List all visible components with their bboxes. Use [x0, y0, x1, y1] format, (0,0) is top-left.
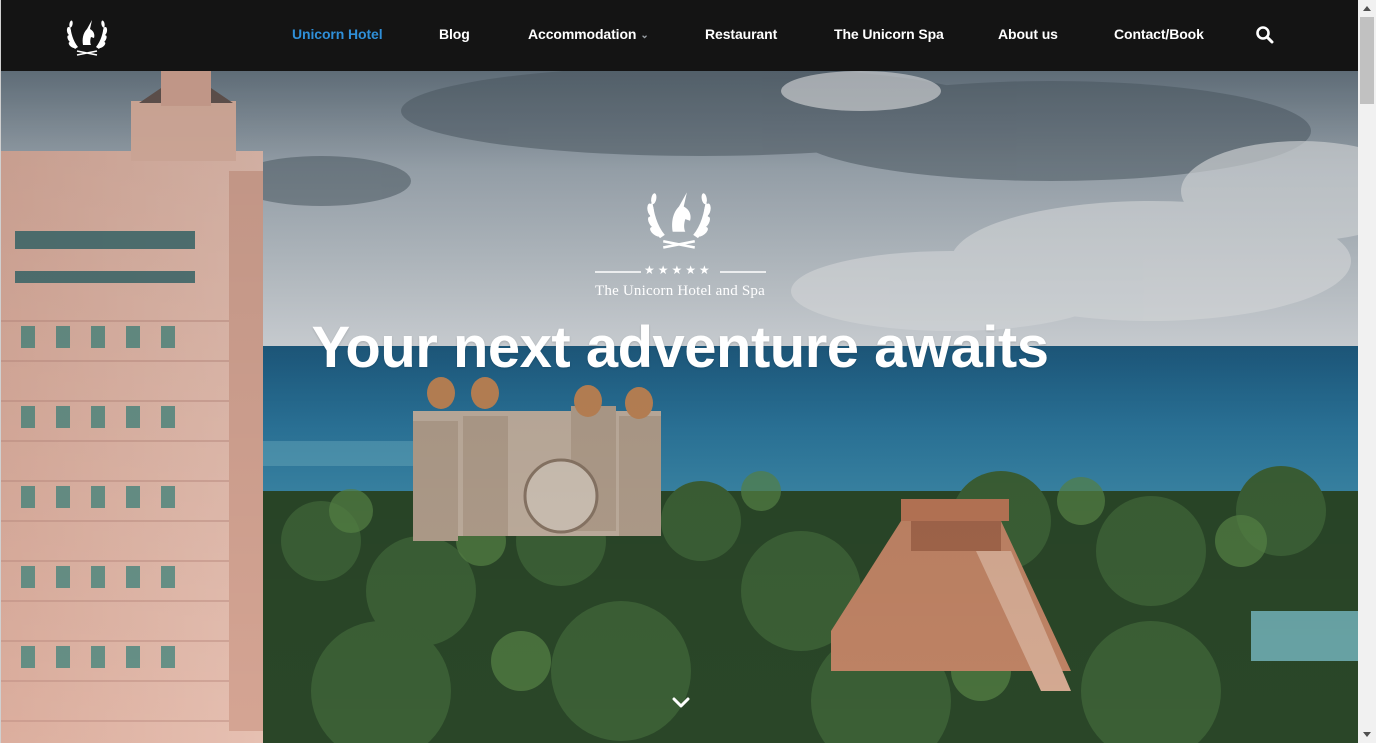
scroll-up-arrow-icon[interactable]: [1358, 0, 1376, 17]
nav-item-blog[interactable]: Blog: [439, 26, 470, 42]
hero-title: Your next adventure awaits: [311, 315, 1049, 380]
browser-viewport: Unicorn Hotel Blog Accommodation ⌄ Restau…: [0, 0, 1358, 743]
main-menu: Unicorn Hotel Blog Accommodation ⌄ Restau…: [1, 0, 1358, 71]
nav-label: The Unicorn Spa: [834, 26, 944, 42]
vertical-scrollbar[interactable]: [1358, 0, 1376, 743]
hero-background-image: [1, 71, 1358, 743]
nav-label: Contact/Book: [1114, 26, 1204, 42]
hero-section: ★★★★★ The Unicorn Hotel and Spa Your nex…: [1, 71, 1358, 743]
chevron-down-icon[interactable]: [672, 696, 690, 710]
nav-label: Unicorn Hotel: [292, 26, 383, 42]
chevron-down-icon: ⌄: [640, 30, 649, 41]
nav-item-about-us[interactable]: About us: [998, 26, 1058, 42]
hero-subtitle: The Unicorn Hotel and Spa: [595, 283, 765, 299]
nav-item-unicorn-spa[interactable]: The Unicorn Spa: [834, 26, 944, 42]
top-navbar: Unicorn Hotel Blog Accommodation ⌄ Restau…: [1, 0, 1358, 71]
rating-stars: ★★★★★: [595, 263, 766, 279]
search-icon[interactable]: [1255, 25, 1275, 45]
nav-label: Accommodation: [528, 26, 637, 42]
nav-item-accommodation[interactable]: Accommodation ⌄: [528, 26, 649, 42]
nav-item-contact-book[interactable]: Contact/Book: [1114, 26, 1204, 42]
scrollbar-thumb[interactable]: [1360, 17, 1374, 104]
star-icons: ★★★★★: [644, 263, 713, 277]
scroll-down-arrow-icon[interactable]: [1358, 726, 1376, 743]
nav-label: Blog: [439, 26, 470, 42]
nav-item-restaurant[interactable]: Restaurant: [705, 26, 777, 42]
nav-item-unicorn-hotel[interactable]: Unicorn Hotel: [292, 26, 383, 42]
nav-label: About us: [998, 26, 1058, 42]
unicorn-logo-icon: [647, 192, 711, 249]
nav-label: Restaurant: [705, 26, 778, 42]
